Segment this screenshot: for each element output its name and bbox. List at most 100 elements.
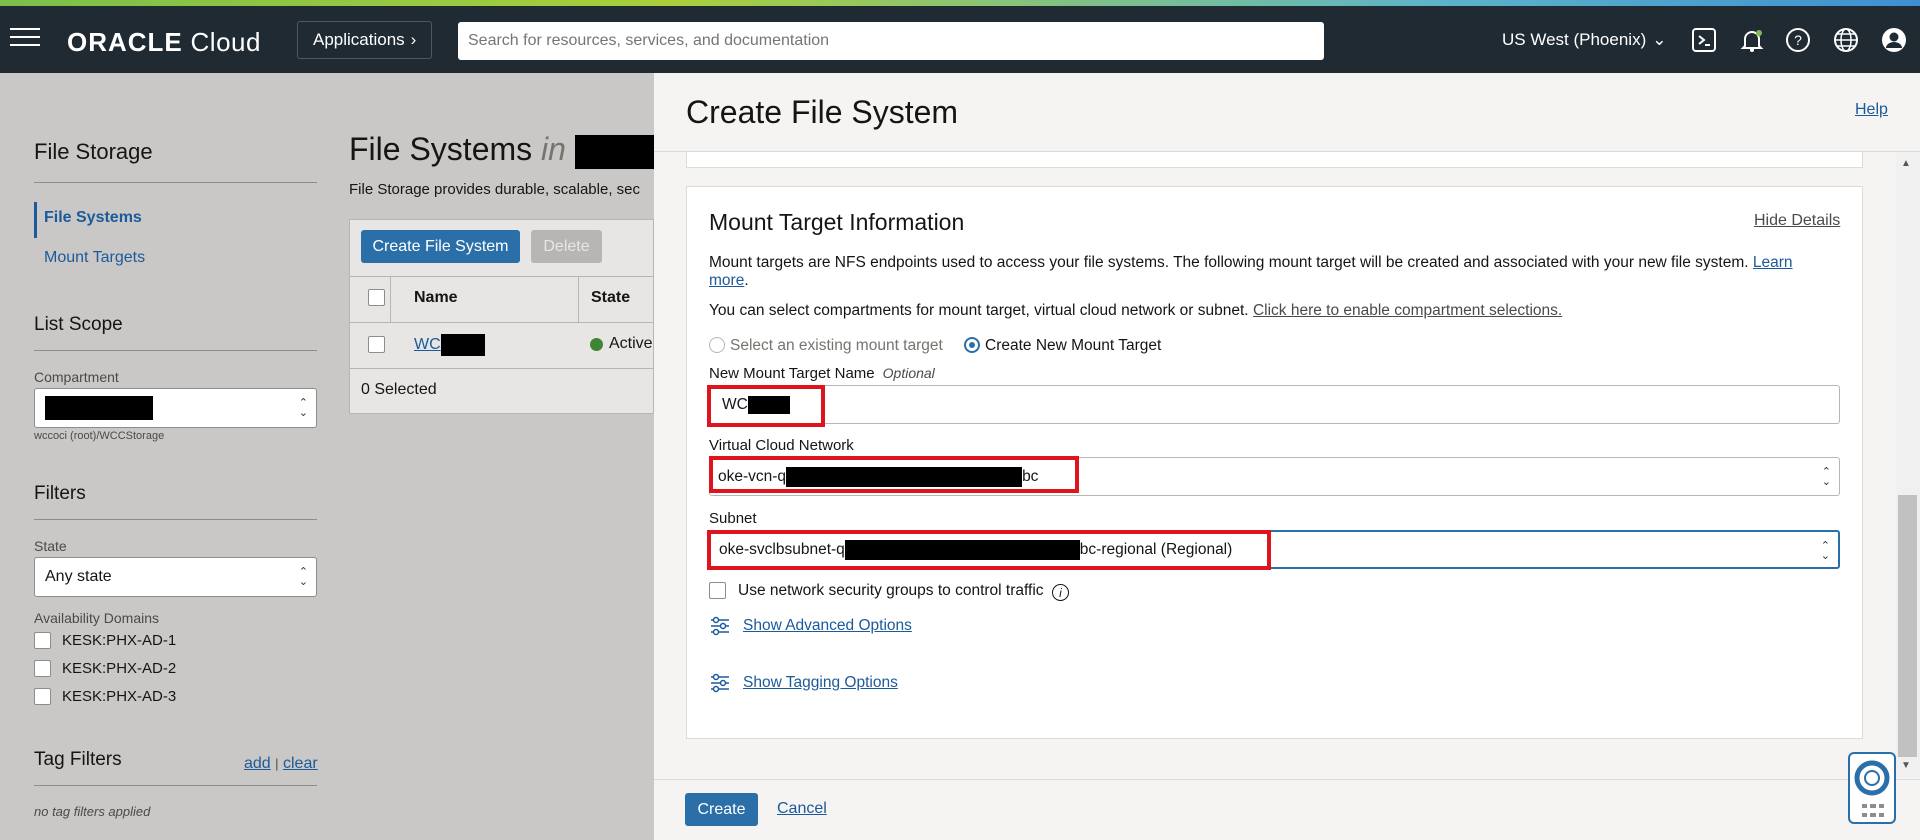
compartment-label: Compartment — [34, 369, 119, 385]
divider — [350, 322, 655, 323]
sliders-icon — [710, 616, 730, 636]
page-description: File Storage provides durable, scalable,… — [349, 181, 640, 198]
page-title: File Systems in — [349, 131, 685, 169]
redacted-name — [440, 334, 485, 356]
row-checkbox[interactable] — [368, 336, 385, 353]
sidebar-item-file-systems[interactable]: File Systems — [44, 209, 142, 227]
user-profile-icon[interactable] — [1880, 26, 1908, 54]
delete-button: Delete — [531, 230, 602, 263]
mount-target-name-input[interactable]: WC — [709, 385, 1840, 424]
scrollbar-thumb[interactable] — [1898, 495, 1917, 757]
nsg-checkbox[interactable] — [709, 582, 726, 599]
create-button[interactable]: Create — [685, 793, 758, 826]
radio-create-new-label: Create New Mount Target — [985, 337, 1162, 354]
oracle-cloud-logo[interactable]: ORACLE Cloud — [67, 27, 261, 58]
scroll-up-arrow-icon[interactable]: ▲ — [1901, 158, 1911, 169]
ad2-label: KESK:PHX-AD-2 — [62, 660, 177, 677]
vcn-select[interactable]: oke-vcn-q bc ⌃ ⌄ — [709, 457, 1840, 496]
top-navigation-bar: ORACLE Cloud Applications› US West (Phoe… — [0, 6, 1920, 73]
divider — [34, 182, 317, 183]
chevron-down-icon: ⌄ — [1652, 30, 1667, 49]
active-nav-indicator — [34, 202, 37, 238]
select-arrows-icon: ⌃ ⌄ — [298, 397, 308, 419]
redacted-value — [747, 395, 790, 414]
cancel-link[interactable]: Cancel — [777, 800, 827, 818]
select-arrows-icon: ⌃ ⌄ — [298, 566, 308, 588]
sliders-icon — [710, 673, 730, 693]
redacted-compartment — [45, 396, 153, 420]
ad3-checkbox[interactable] — [34, 688, 51, 705]
sidebar-item-mount-targets[interactable]: Mount Targets — [44, 249, 145, 267]
global-search-input[interactable] — [458, 22, 1324, 60]
radio-existing-label: Select an existing mount target — [730, 337, 943, 354]
state-select-value: Any state — [45, 568, 112, 585]
ad2-checkbox[interactable] — [34, 660, 51, 677]
select-all-checkbox[interactable] — [368, 289, 385, 306]
divider — [654, 779, 1920, 780]
radio-existing-mount-target[interactable] — [709, 337, 725, 353]
tag-clear-link[interactable]: clear — [283, 755, 318, 772]
info-icon[interactable]: i — [1052, 584, 1069, 601]
help-link[interactable]: Help — [1855, 101, 1888, 119]
status-badge: Active — [590, 335, 653, 353]
tag-filters-heading: Tag Filters — [34, 749, 122, 770]
selected-count: 0 Selected — [361, 381, 437, 398]
status-active-icon — [590, 337, 603, 351]
language-globe-icon[interactable] — [1832, 26, 1860, 54]
state-select[interactable]: Any state ⌃ ⌄ — [34, 557, 317, 597]
redacted-value — [786, 466, 1023, 487]
redacted-value — [844, 539, 1080, 560]
tag-filter-actions: add | clear — [244, 755, 318, 773]
subnet-select[interactable]: oke-svclbsubnet-q bc-regional (Regional) … — [709, 530, 1840, 569]
help-widget[interactable] — [1848, 752, 1896, 824]
divider — [390, 276, 391, 322]
mount-target-description: Mount targets are NFS endpoints used to … — [709, 254, 1793, 289]
divider — [350, 276, 655, 277]
mount-target-section-title: Mount Target Information — [709, 209, 965, 235]
ad3-label: KESK:PHX-AD-3 — [62, 688, 177, 705]
panel-title: Create File System — [686, 94, 959, 130]
sidebar-title: File Storage — [34, 139, 153, 164]
separator: | — [275, 756, 279, 771]
no-tag-filters-text: no tag filters applied — [34, 804, 151, 819]
notifications-bell-icon[interactable] — [1738, 26, 1766, 54]
mount-target-name-label: New Mount Target Name Optional — [709, 365, 935, 382]
ad1-label: KESK:PHX-AD-1 — [62, 632, 177, 649]
scroll-down-arrow-icon[interactable]: ▼ — [1901, 760, 1911, 771]
cloud-shell-icon[interactable] — [1690, 26, 1718, 54]
select-arrows-icon: ⌃ ⌄ — [1820, 540, 1830, 562]
column-header-name[interactable]: Name — [414, 289, 458, 307]
subnet-label: Subnet — [709, 510, 757, 527]
availability-domains-label: Availability Domains — [34, 610, 160, 626]
column-header-state[interactable]: State — [591, 289, 630, 307]
tag-add-link[interactable]: add — [244, 755, 271, 772]
create-file-system-button[interactable]: Create File System — [361, 230, 520, 263]
compartment-path: wccoci (root)/WCCStorage — [34, 430, 165, 442]
hide-details-link[interactable]: Hide Details — [1754, 212, 1840, 230]
file-system-name-link[interactable]: WC — [414, 334, 485, 356]
drag-handle-icon[interactable] — [1862, 804, 1884, 818]
list-scope-heading: List Scope — [34, 314, 123, 335]
help-question-icon[interactable]: ? — [1784, 26, 1812, 54]
radio-create-new-mount-target[interactable] — [964, 337, 980, 353]
divider — [578, 276, 579, 322]
filters-heading: Filters — [34, 483, 86, 504]
select-arrows-icon: ⌃ ⌄ — [1821, 466, 1831, 488]
previous-section-card — [686, 152, 1863, 168]
compartment-select[interactable]: ⌃ ⌄ — [34, 388, 317, 428]
divider — [34, 350, 317, 351]
divider — [350, 368, 655, 369]
lifebuoy-icon — [1854, 760, 1890, 796]
enable-compartment-selections-link[interactable]: Click here to enable compartment selecti… — [1253, 302, 1562, 319]
hamburger-menu-icon[interactable] — [10, 28, 40, 50]
region-selector[interactable]: US West (Phoenix) ⌄ — [1502, 30, 1666, 50]
nsg-label: Use network security groups to control t… — [738, 582, 1044, 599]
ad1-checkbox[interactable] — [34, 632, 51, 649]
vcn-label: Virtual Cloud Network — [709, 437, 854, 454]
chevron-right-icon: › — [410, 30, 417, 49]
show-advanced-options-link[interactable]: Show Advanced Options — [743, 617, 912, 635]
applications-button[interactable]: Applications › — [297, 21, 433, 59]
svg-text:?: ? — [1794, 32, 1802, 48]
show-tagging-options-link[interactable]: Show Tagging Options — [743, 674, 898, 692]
compartment-selection-text: You can select compartments for mount ta… — [709, 302, 1563, 319]
